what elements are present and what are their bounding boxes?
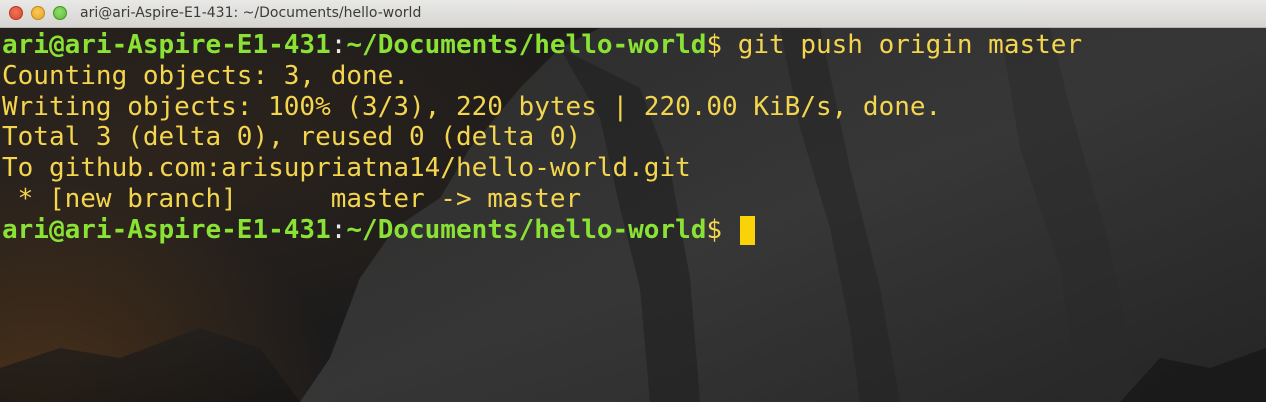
terminal-output[interactable]: ari@ari-Aspire-E1-431:~/Documents/hello-… — [2, 30, 1082, 246]
close-button[interactable] — [9, 6, 23, 20]
active-prompt-line[interactable]: ari@ari-Aspire-E1-431:~/Documents/hello-… — [2, 215, 1082, 246]
output-line: Counting objects: 3, done. — [2, 60, 409, 91]
prompt-user-host: ari@ari-Aspire-E1-431 — [2, 30, 331, 60]
terminal-area[interactable]: ari@ari-Aspire-E1-431:~/Documents/hello-… — [0, 28, 1266, 402]
terminal-window: ari@ari-Aspire-E1-431: ~/Documents/hello… — [0, 0, 1266, 402]
command-text: git push origin master — [722, 30, 1083, 60]
prompt-symbol: $ — [706, 214, 723, 245]
minimize-button[interactable] — [31, 6, 45, 20]
text-cursor[interactable] — [739, 215, 755, 245]
prompt-separator: : — [330, 30, 347, 60]
prompt-user-host: ari@ari-Aspire-E1-431 — [2, 214, 331, 245]
title-bar[interactable]: ari@ari-Aspire-E1-431: ~/Documents/hello… — [0, 0, 1266, 28]
maximize-button[interactable] — [53, 6, 67, 20]
prompt-path: ~/Documents/hello-world — [346, 214, 707, 245]
output-line: * [new branch] master -> master — [2, 183, 582, 214]
output-line: To github.com:arisupriatna14/hello-world… — [2, 153, 691, 184]
prompt-line: ari@ari-Aspire-E1-431:~/Documents/hello-… — [2, 30, 1082, 61]
prompt-path: ~/Documents/hello-world — [346, 30, 707, 60]
output-line: Writing objects: 100% (3/3), 220 bytes |… — [2, 91, 942, 122]
prompt-symbol: $ — [706, 30, 723, 60]
output-line: Total 3 (delta 0), reused 0 (delta 0) — [2, 122, 582, 153]
window-title: ari@ari-Aspire-E1-431: ~/Documents/hello… — [80, 5, 422, 21]
prompt-separator: : — [330, 214, 347, 245]
